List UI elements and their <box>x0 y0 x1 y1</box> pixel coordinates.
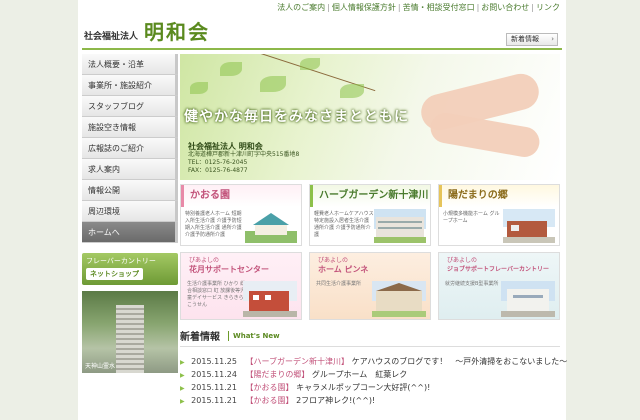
hero-org-title: 社会福祉法人 明和会 <box>188 142 263 151</box>
logo-org-name: 明和会 <box>144 20 211 44</box>
news-category: 【かおる園】 <box>245 396 294 405</box>
facility-name: ホーム ピンネ <box>318 265 369 274</box>
leaf-graphic <box>300 58 320 70</box>
news-text: 2フロア神レク!(^^)! <box>296 396 376 405</box>
facility-card-hidamari[interactable]: 陽だまりの郷 小規模多機能ホーム グループホーム <box>438 184 560 246</box>
news-category: 【かおる園】 <box>245 383 294 392</box>
news-date: 2015.11.25 <box>191 357 237 366</box>
netshop-banner[interactable]: フレーバーカントリー ネットショップ <box>82 253 178 285</box>
photo-caption: 天神山霊水 <box>85 363 116 370</box>
top-link-privacy[interactable]: 個人情報保護方針 <box>332 3 396 12</box>
news-date: 2015.11.21 <box>191 396 237 405</box>
facility-card-herbgarden[interactable]: ハーブガーデン新十津川 軽費老人ホームケアハウス 特定施設入居者生活介護 通所介… <box>309 184 431 246</box>
news-text: グループホーム 紅葉レク <box>311 370 408 379</box>
sidebar-item-overview[interactable]: 法人概要・沿革 <box>82 54 178 75</box>
sidebar-item-vacancy[interactable]: 施設空き情報 <box>82 117 178 138</box>
top-link-about[interactable]: 法人のご案内 <box>277 3 325 12</box>
facility-desc: 小規模多機能ホーム グループホーム <box>443 211 500 224</box>
sidebar-item-newsletter[interactable]: 広報誌のご紹介 <box>82 138 178 159</box>
news-title-divider <box>228 330 229 341</box>
leaf-graphic <box>340 84 364 98</box>
news-text: ケアハウスのブログです！ ～戸外清掃をおこないました～ <box>351 357 568 366</box>
news-category: 【ハーブガーデン新十津川】 <box>245 357 350 366</box>
bullet-icon: ▶ <box>180 359 185 366</box>
netshop-banner-line1: フレーバーカントリー <box>86 257 156 265</box>
news-item[interactable]: ▶ 2015.11.24 【陽だまりの郷】 グループホーム 紅葉レク <box>180 368 560 381</box>
leaf-graphic <box>260 76 286 92</box>
news-section: 新着情報 What's New ▶ 2015.11.25 【ハーブガーデン新十津… <box>180 328 567 407</box>
bullet-icon: ▶ <box>180 372 185 379</box>
sidebar-item-disclosure[interactable]: 情報公開 <box>82 180 178 201</box>
leaf-graphic <box>220 62 242 76</box>
facility-card-kaoruen[interactable]: かおる園 特別養護老人ホーム 短期入所生活介護 介護予防短期入所生活介護 通所介… <box>180 184 302 246</box>
hero-address: 北海道樺戸郡新十津川町字中央515番地8 <box>188 151 300 158</box>
building-graphic <box>374 209 426 243</box>
top-nav: 法人のご案内 | 個人情報保護方針 | 苦情・相談受付窓口 | お問い合わせ | リンク <box>277 3 560 12</box>
leaf-graphic <box>190 82 208 94</box>
facility-name: 陽だまりの郷 <box>439 185 559 207</box>
building-graphic <box>243 281 297 317</box>
news-header: 新着情報 What's New <box>180 328 560 347</box>
site-logo[interactable]: 社会福祉法人 明和会 <box>84 16 210 45</box>
building-graphic <box>245 213 297 243</box>
news-item[interactable]: ▶ 2015.11.21 【かおる園】 キャラメルポップコーン大好評(^^)! <box>180 381 560 394</box>
facility-desc: 特別養護老人ホーム 短期入所生活介護 介護予防短期入所生活介護 通所介護 介護予… <box>185 211 242 238</box>
sidebar-item-recruit[interactable]: 求人案内 <box>82 159 178 180</box>
stone-steps-graphic <box>116 305 144 373</box>
news-date: 2015.11.21 <box>191 383 237 392</box>
facility-desc: 軽費老人ホームケアハウス 特定施設入居者生活介護 通所介護 介護予防通所介護 <box>314 211 374 238</box>
hero-fax: FAX：0125-76-4877 <box>188 167 248 174</box>
logo-corp-label: 社会福祉法人 <box>84 32 139 42</box>
hero-contact-info: 社会福祉法人 明和会 北海道樺戸郡新十津川町字中央515番地8 TEL：0125… <box>188 143 299 175</box>
hero-tagline: 健やかな毎日をみなさまとともに <box>184 109 409 125</box>
news-title-en: What's New <box>233 331 280 340</box>
news-title: 新着情報 <box>180 332 220 343</box>
facility-desc: 就労継続支援B型事業所 <box>445 281 499 287</box>
facility-card-jobsupport[interactable]: ぴあよしの ジョブサポートフレーバーカントリー 就労継続支援B型事業所 <box>438 252 560 320</box>
facility-card-kagetsu[interactable]: ぴあよしの 花月サポートセンター 生活介護事業所 ひかり 総合相談窓口 虹 放課… <box>180 252 302 320</box>
facility-name: かおる園 <box>181 185 301 207</box>
top-link-complaints[interactable]: 苦情・相談受付窓口 <box>403 3 475 12</box>
netshop-banner-line2: ネットショップ <box>86 268 143 280</box>
hero-tel: TEL：0125-76-2045 <box>188 159 248 166</box>
building-graphic <box>501 281 555 317</box>
sidebar-item-staff-blog[interactable]: スタッフブログ <box>82 96 178 117</box>
facility-desc: 生活介護事業所 ひかり 総合相談窓口 虹 放課後等児童デイサービス きらきらひこ… <box>187 281 249 308</box>
facility-card-pinne[interactable]: ぴあよしの ホーム ピンネ 共同生活介護事業所 <box>309 252 431 320</box>
news-category: 【陽だまりの郷】 <box>245 370 310 379</box>
facility-name: ハーブガーデン新十津川 <box>310 185 430 207</box>
hero-banner: 健やかな毎日をみなさまとともに 社会福祉法人 明和会 北海道樺戸郡新十津川町字中… <box>180 54 560 180</box>
facility-name: ジョブサポートフレーバーカントリー <box>447 266 549 273</box>
news-item[interactable]: ▶ 2015.11.25 【ハーブガーデン新十津川】 ケアハウスのブログです！ … <box>180 355 567 368</box>
header-divider <box>82 48 562 50</box>
news-list: ▶ 2015.11.25 【ハーブガーデン新十津川】 ケアハウスのブログです！ … <box>180 355 567 407</box>
building-graphic <box>503 209 555 243</box>
sidebar: 法人概要・沿革 事業所・施設紹介 スタッフブログ 施設空き情報 広報誌のご紹介 … <box>82 54 178 373</box>
top-link-contact[interactable]: お問い合わせ <box>481 3 529 12</box>
facility-subtitle: ぴあよしの <box>447 257 478 264</box>
news-text: キャラメルポップコーン大好評(^^)! <box>296 383 431 392</box>
facility-desc: 共同生活介護事業所 <box>316 281 362 287</box>
building-graphic <box>372 281 426 317</box>
sidebar-item-surroundings[interactable]: 周辺環境 <box>82 201 178 222</box>
news-button[interactable]: 新着情報 <box>506 33 558 46</box>
facility-subtitle: ぴあよしの <box>318 257 349 264</box>
shrine-photo[interactable]: 天神山霊水 <box>82 291 178 373</box>
bullet-icon: ▶ <box>180 398 185 405</box>
news-date: 2015.11.24 <box>191 370 237 379</box>
top-link-links[interactable]: リンク <box>536 3 560 12</box>
sidebar-item-home[interactable]: ホームへ <box>82 222 178 243</box>
sidebar-item-facilities[interactable]: 事業所・施設紹介 <box>82 75 178 96</box>
facility-subtitle: ぴあよしの <box>189 257 220 264</box>
facility-name: 花月サポートセンター <box>189 265 269 274</box>
bullet-icon: ▶ <box>180 385 185 392</box>
page-container: 法人のご案内 | 個人情報保護方針 | 苦情・相談受付窓口 | お問い合わせ | リンク 社会福… <box>78 0 567 420</box>
news-item[interactable]: ▶ 2015.11.21 【かおる園】 2フロア神レク!(^^)! <box>180 394 560 407</box>
